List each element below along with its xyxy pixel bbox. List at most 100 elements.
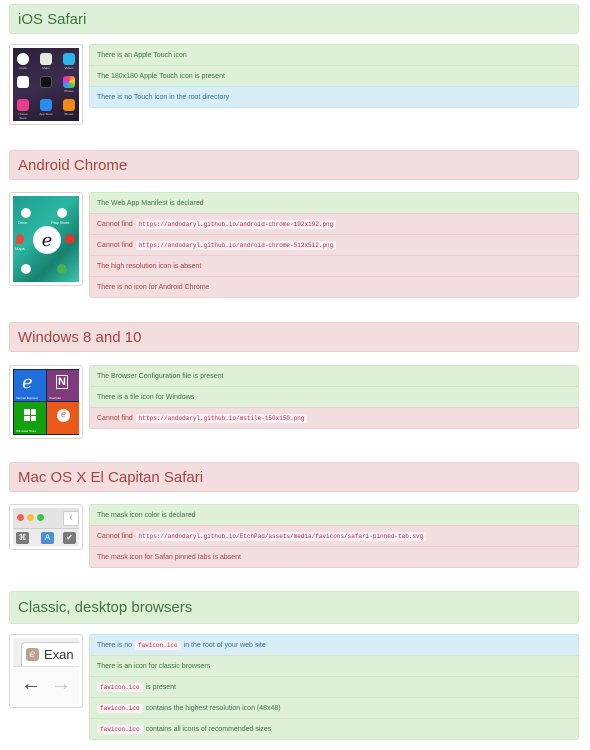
list-item: favicon.ico contains the highest resoluti… [89, 697, 579, 719]
android-chrome-heading: Android Chrome [9, 150, 579, 180]
itunes-store-icon [17, 99, 29, 111]
app-icon [57, 264, 67, 274]
store-logo-icon [24, 409, 36, 421]
android-chrome-title: Android Chrome [18, 156, 128, 174]
missing-file-url: https://andodaryl.github.io/mstile-150x1… [135, 413, 308, 423]
item-text: The Web App Manifest is declared [97, 199, 204, 207]
internet-explorer-tile: e Internet Explorer [14, 370, 46, 401]
itunes-label: iTunes Store [18, 112, 28, 120]
item-text: There is a tile icon for Windows [97, 393, 195, 401]
photos-label: Photos [64, 89, 74, 93]
notes-app-icon [17, 76, 29, 88]
classic-browsers-heading: Classic, desktop browsers [9, 591, 579, 624]
windows-store-tile: Windows Store [14, 402, 46, 434]
item-text: There is no Touch icon in the root direc… [97, 93, 230, 101]
ibooks-icon [63, 99, 75, 111]
list-item: The 180x180 Apple Touch icon is present [89, 65, 579, 87]
list-item: Cannot find https://andodaryl.github.io/m… [89, 407, 579, 429]
list-item: There is an icon for classic browsers [89, 655, 579, 677]
list-item: There is no icon for Android Chrome [89, 276, 579, 298]
classic-browsers-title: Classic, desktop browsers [18, 599, 193, 616]
browser-tab: e Exan [21, 642, 79, 667]
app-store-label: App Store [39, 112, 53, 116]
item-text: contains the highest resolution icon (48… [145, 704, 281, 712]
pinned-tab-icon: ⌘ [16, 532, 29, 544]
mac-safari-checklist: The mask icon color is declared Cannot f… [89, 504, 579, 568]
play-store-icon [57, 208, 67, 218]
item-text: The mask icon color is declared [97, 511, 196, 519]
list-item: Cannot find https://andodaryl.github.io/a… [89, 213, 579, 235]
missing-file-url: https://andodaryl.github.io/EtchPad/asse… [135, 531, 427, 541]
mac-toolbar: ‹ [13, 508, 79, 529]
maps-app-icon [40, 53, 52, 65]
ios-safari-thumbnail: Clock Maps Videos Photos iTunes Store Ap… [9, 44, 83, 125]
item-text: in the root of your web site [183, 641, 266, 649]
item-text: The mask icon for Safari pinned tabs is … [97, 553, 241, 561]
list-item: There is an Apple Touch icon [89, 44, 579, 66]
videos-app-icon [63, 53, 75, 65]
back-arrow-icon: ← [21, 673, 41, 695]
chevron-left-icon: ‹ [63, 511, 79, 526]
list-item: Cannot find https://andodaryl.github.io/E… [89, 525, 579, 547]
zoom-dot-icon [37, 514, 44, 521]
classic-browsers-thumbnail: e Exan ← → [9, 634, 83, 708]
maps-label: Maps [15, 246, 25, 251]
list-item: Cannot find https://andodaryl.github.io/a… [89, 234, 579, 256]
file-name: favicon.ico [97, 703, 143, 713]
windows-checklist: The Browser Configuration file is presen… [89, 365, 579, 429]
list-item: The mask icon color is declared [89, 504, 579, 526]
twitter-pinned-icon: ✔ [63, 532, 76, 544]
close-dot-icon [17, 514, 24, 521]
section-ios-safari: iOS Safari Clock Maps Videos Photos iTun… [9, 4, 579, 125]
item-text: There is no icon for Android Chrome [97, 283, 210, 291]
item-text: Cannot find [97, 241, 133, 249]
item-text: The Browser Configuration file is presen… [97, 372, 224, 380]
item-text: Cannot find [97, 414, 133, 422]
forward-arrow-icon: → [51, 673, 71, 695]
list-item: favicon.ico is present [89, 676, 579, 698]
item-text: Cannot find [97, 220, 133, 228]
minimize-dot-icon [27, 514, 34, 521]
android-chrome-checklist: The Web App Manifest is declared Cannot … [89, 192, 579, 298]
section-android-chrome: Android Chrome e Drive Play Store Maps T… [9, 150, 579, 298]
item-text: The 180x180 Apple Touch icon is present [97, 72, 225, 80]
drive-label: Drive [18, 220, 28, 225]
android-chrome-thumbnail: e Drive Play Store Maps [9, 192, 83, 286]
browser-toolbar: ← → [13, 666, 79, 704]
missing-file-url: https://andodaryl.github.io/android-chro… [135, 219, 337, 229]
list-item: The Browser Configuration file is presen… [89, 365, 579, 387]
ibooks-label: iBooks [64, 112, 74, 116]
onenote-tile: N OneNote [47, 370, 79, 401]
maps-pin-icon [16, 234, 24, 244]
list-item: There is no favicon.ico in the root of you… [89, 634, 579, 656]
section-classic-browsers: Classic, desktop browsers e Exan ← → The… [9, 591, 579, 740]
item-text: There is an icon for classic browsers [97, 662, 211, 670]
etchpad-app-icon: e [33, 226, 61, 254]
clock-app-icon [17, 53, 29, 65]
pinned-tab-app-icon: A [41, 532, 54, 544]
ios-safari-checklist: There is an Apple Touch icon The 180x180… [89, 44, 579, 108]
photos-app-icon [63, 76, 75, 88]
app-icon [21, 264, 31, 274]
classic-browsers-checklist: There is no favicon.ico in the root of you… [89, 634, 579, 740]
item-text: is present [145, 683, 176, 691]
onenote-logo-icon: N [56, 375, 68, 389]
list-item: The mask icon for Safari pinned tabs is … [89, 546, 579, 568]
ie-tile-label: Internet Explorer [16, 396, 39, 400]
maps-label: Maps [42, 66, 50, 70]
mac-safari-thumbnail: ‹ ⌘ A ✔ [9, 504, 83, 550]
ios-safari-heading: iOS Safari [9, 4, 579, 34]
missing-file-url: https://andodaryl.github.io/android-chro… [135, 240, 337, 250]
stocks-app-icon [40, 76, 52, 88]
item-text: contains all icons of recommended sizes [145, 725, 272, 733]
mac-safari-title: Mac OS X El Capitan Safari [18, 468, 204, 486]
list-item: favicon.ico contains all icons of recomme… [89, 718, 579, 740]
list-item: There is a tile icon for Windows [89, 386, 579, 408]
drive-app-icon [21, 208, 31, 218]
section-mac-safari: Mac OS X El Capitan Safari ‹ ⌘ A ✔ The m… [9, 462, 579, 568]
file-name: favicon.ico [97, 682, 143, 692]
ios-safari-title: iOS Safari [18, 10, 87, 28]
item-text: There is an Apple Touch icon [97, 51, 187, 59]
app-store-icon [40, 99, 52, 111]
tab-title: Exan [44, 647, 74, 662]
